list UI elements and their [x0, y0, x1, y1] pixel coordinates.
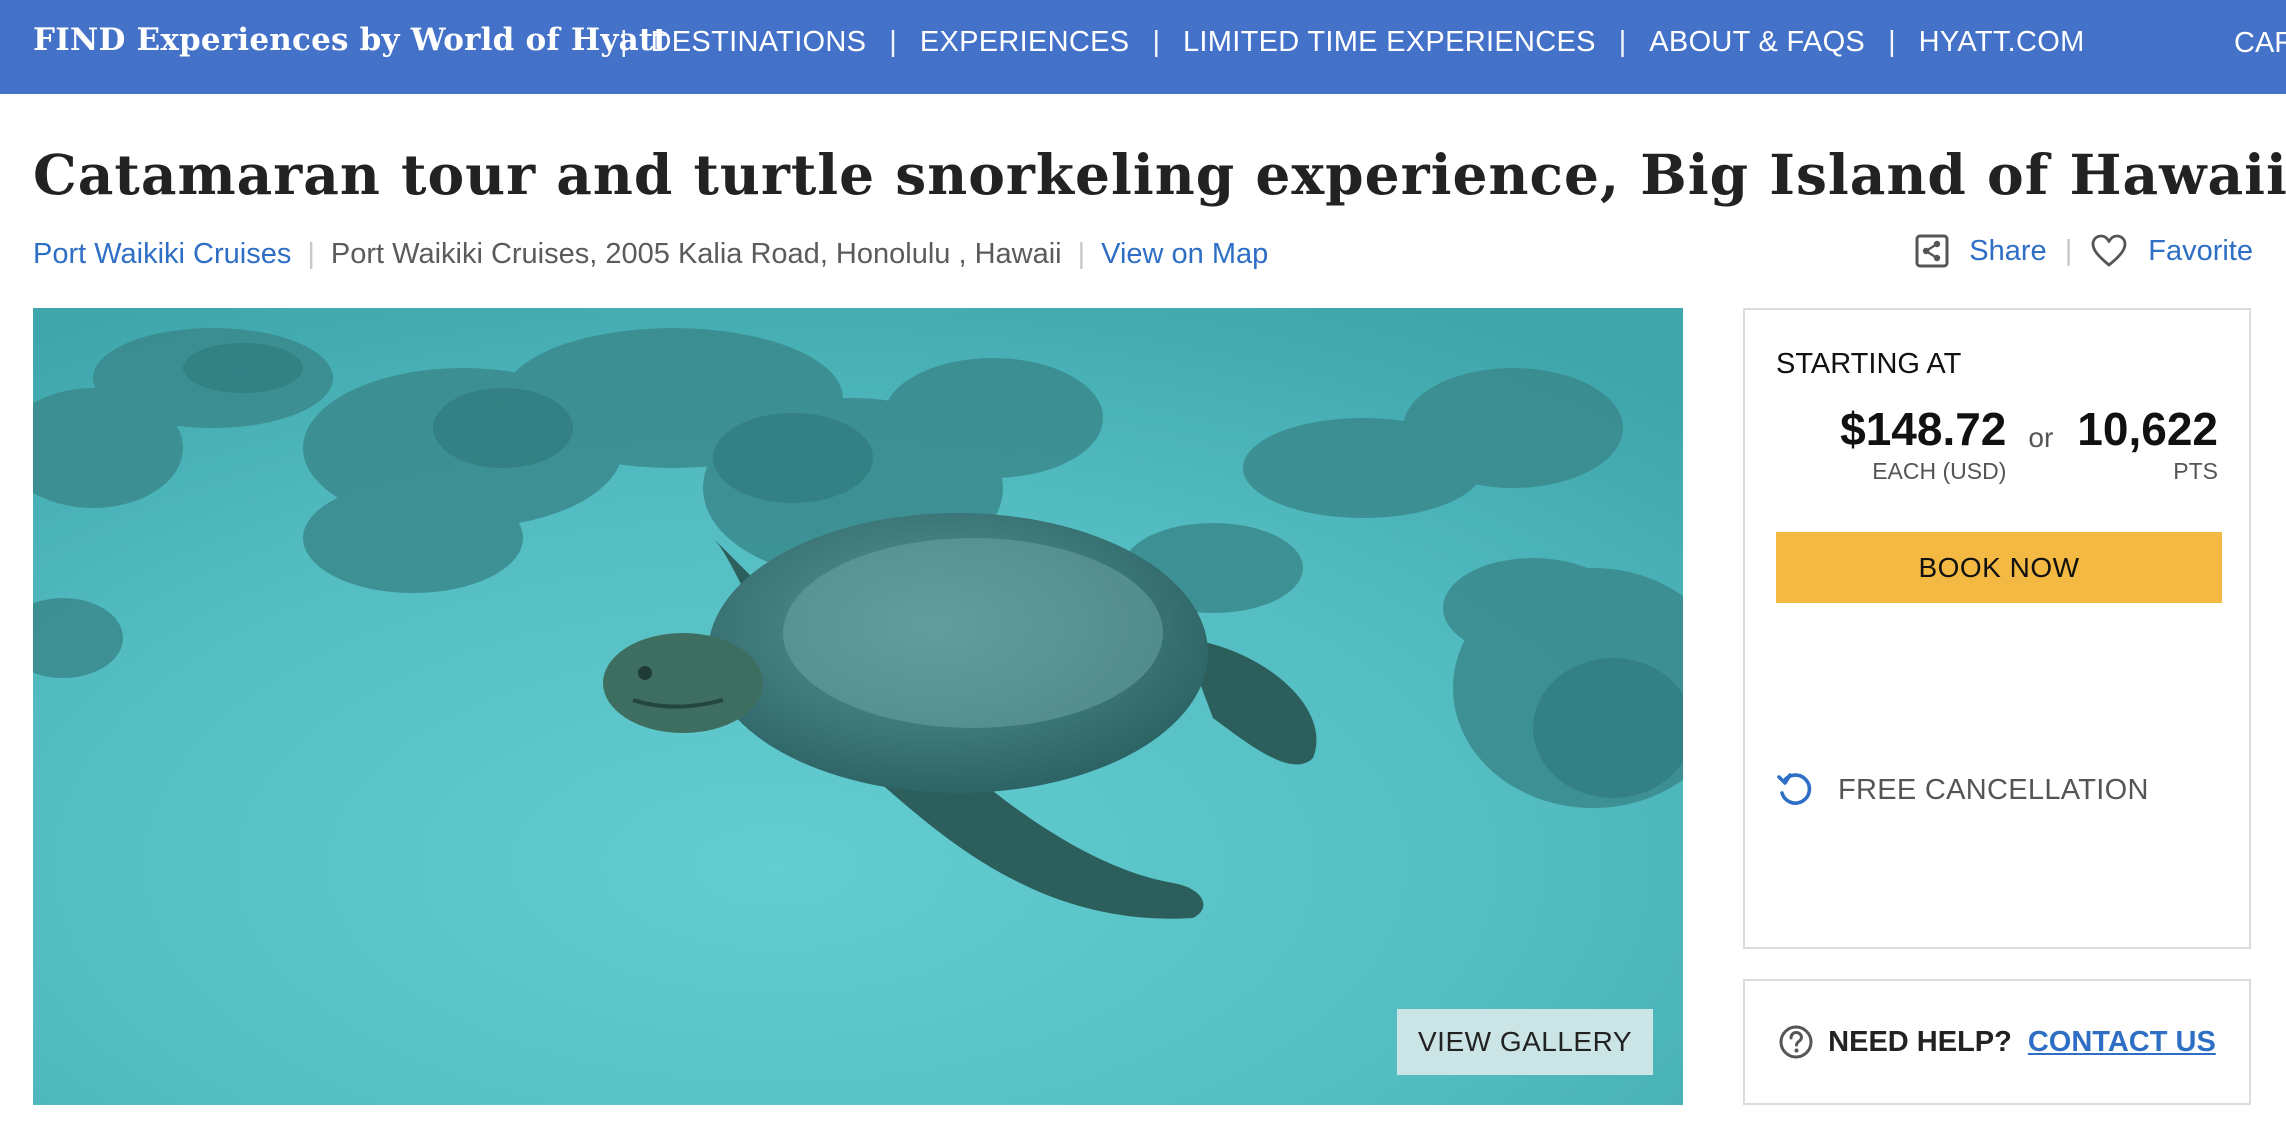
question-circle-icon: [1778, 1024, 1814, 1060]
divider: |: [2064, 234, 2073, 267]
view-on-map-link[interactable]: View on Map: [1101, 238, 1268, 271]
nav-cart[interactable]: CART: [2234, 27, 2286, 60]
price-unit: EACH (USD): [1872, 458, 2007, 484]
price-block: $148.72 EACH (USD) or 10,622 PTS: [1840, 406, 2218, 485]
price-points: 10,622: [2077, 403, 2218, 455]
booking-card: STARTING AT $148.72 EACH (USD) or 10,622…: [1743, 308, 2251, 949]
page-actions: Share | Favorite: [1915, 234, 2253, 268]
view-gallery-button[interactable]: VIEW GALLERY: [1397, 1009, 1653, 1075]
turtle-underwater-photo: [33, 308, 1683, 1105]
help-card: NEED HELP? CONTACT US: [1743, 979, 2251, 1105]
heart-icon[interactable]: [2090, 234, 2128, 268]
share-icon[interactable]: [1915, 234, 1949, 268]
price-usd: $148.72: [1840, 403, 2007, 455]
nav-about-faqs[interactable]: ABOUT & FAQS: [1649, 26, 1865, 59]
brand-logo[interactable]: FIND Experiences by World of Hyatt: [33, 22, 668, 58]
need-help-label: NEED HELP?: [1828, 1025, 2012, 1058]
free-cancellation: FREE CANCELLATION: [1776, 771, 2149, 809]
page-title: Catamaran tour and turtle snorkeling exp…: [33, 142, 2286, 207]
vendor-info: Port Waikiki Cruises | Port Waikiki Crui…: [33, 238, 1268, 271]
book-now-button[interactable]: BOOK NOW: [1776, 532, 2222, 603]
nav-hyatt-com[interactable]: HYATT.COM: [1919, 26, 2085, 59]
free-cancellation-label: FREE CANCELLATION: [1838, 773, 2149, 806]
contact-us-link[interactable]: CONTACT US: [2028, 1026, 2216, 1059]
divider: |: [307, 238, 315, 270]
starting-at-label: STARTING AT: [1776, 348, 1962, 380]
share-link[interactable]: Share: [1969, 235, 2046, 268]
nav-destinations[interactable]: DESTINATIONS: [651, 26, 867, 59]
hero-image[interactable]: VIEW GALLERY: [33, 308, 1683, 1105]
nav-links: | DESTINATIONS | EXPERIENCES | LIMITED T…: [620, 26, 2085, 59]
address: Port Waikiki Cruises, 2005 Kalia Road, H…: [330, 238, 1062, 270]
top-nav: FIND Experiences by World of Hyatt | DES…: [0, 0, 2286, 94]
favorite-link[interactable]: Favorite: [2148, 235, 2253, 268]
points-unit: PTS: [2173, 458, 2218, 484]
divider: |: [1077, 238, 1086, 270]
vendor-link[interactable]: Port Waikiki Cruises: [33, 238, 291, 271]
nav-experiences[interactable]: EXPERIENCES: [920, 26, 1130, 59]
refresh-icon: [1776, 771, 1814, 809]
or-label: or: [2028, 422, 2054, 453]
nav-limited-time-experiences[interactable]: LIMITED TIME EXPERIENCES: [1183, 26, 1596, 59]
